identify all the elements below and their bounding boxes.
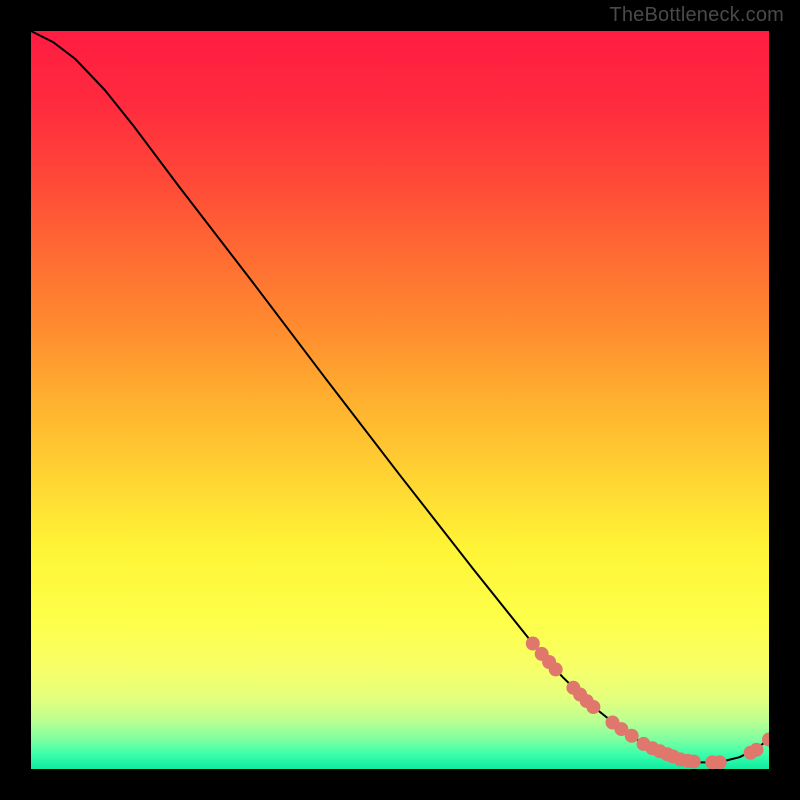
gradient-rect xyxy=(31,31,769,769)
chart-stage: TheBottleneck.com xyxy=(0,0,800,800)
gradient-plot xyxy=(31,31,769,769)
watermark-text: TheBottleneck.com xyxy=(609,4,784,27)
